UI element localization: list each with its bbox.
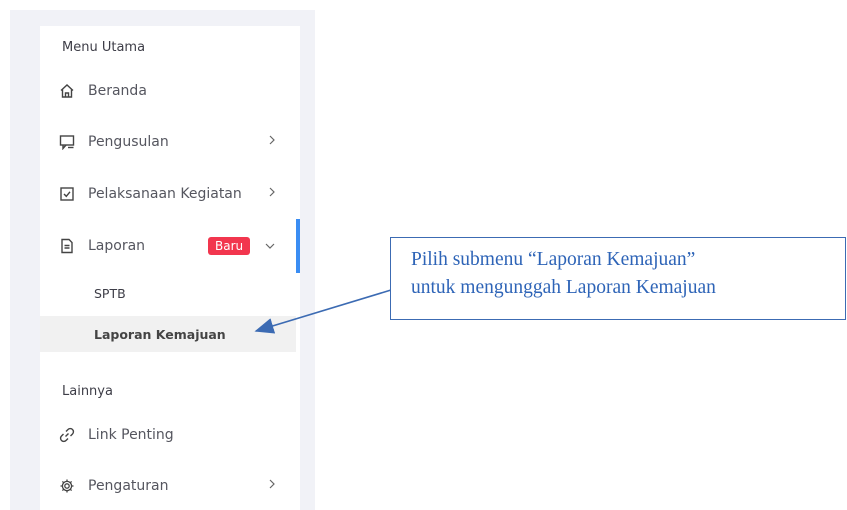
callout-line-1: Pilih submenu “Laporan Kemajuan” <box>411 249 696 270</box>
callout-box: Pilih submenu “Laporan Kemajuan” untuk m… <box>390 237 846 320</box>
callout-line-2: untuk mengunggah Laporan Kemajuan <box>411 277 716 298</box>
